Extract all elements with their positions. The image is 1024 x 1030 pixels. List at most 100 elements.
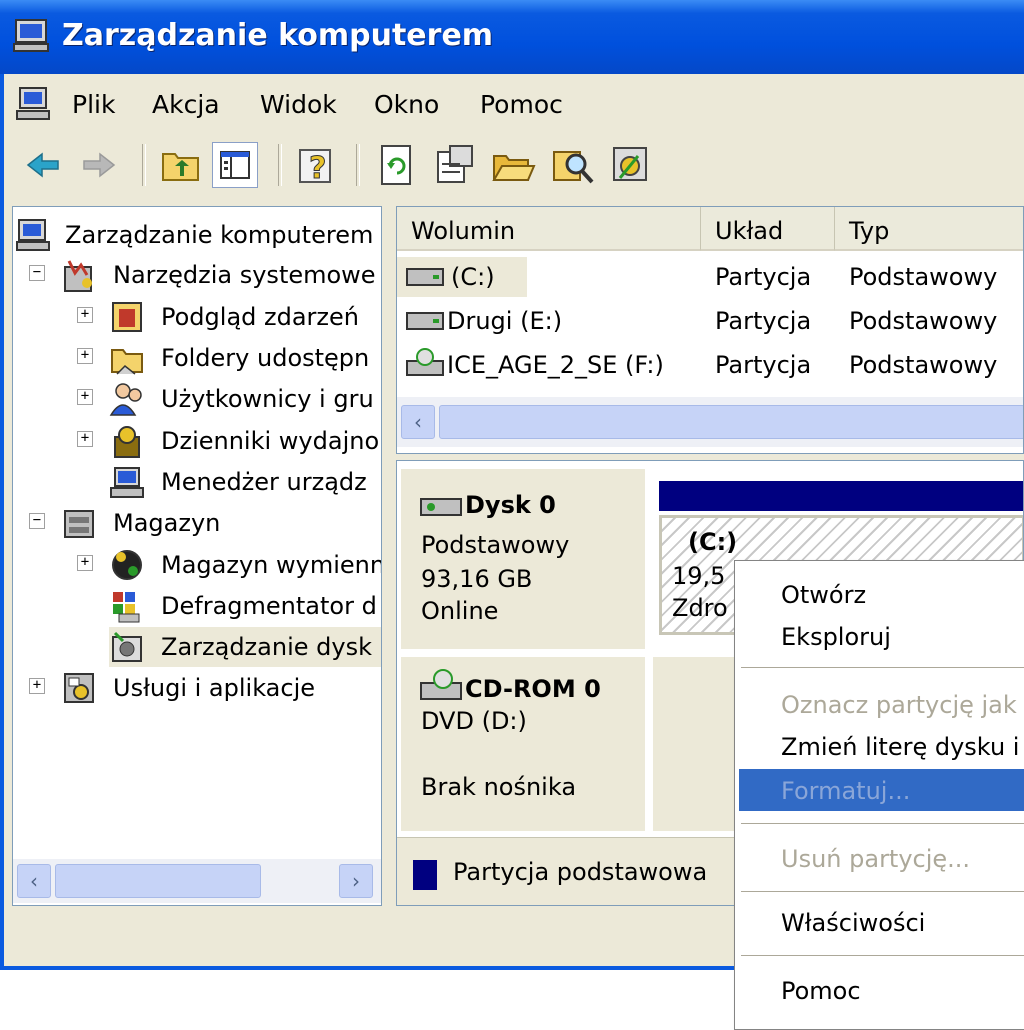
title-bar[interactable]: Zarządzanie komputerem [0, 0, 1024, 74]
show-tree-button[interactable] [212, 142, 258, 188]
open-folder-icon[interactable] [490, 142, 536, 188]
system-menu-icon[interactable] [14, 84, 54, 124]
scroll-left-button[interactable]: ‹ [17, 864, 51, 898]
tree-label: Magazyn [113, 509, 221, 537]
menu-item-explore[interactable]: Eksploruj [739, 615, 1024, 657]
partition-status: Zdro [672, 594, 728, 622]
menu-item-open[interactable]: Otwórz [739, 573, 1024, 615]
menu-item-help[interactable]: Pomoc [739, 969, 1024, 1011]
disk-icon [420, 498, 462, 516]
properties-icon[interactable] [432, 142, 478, 188]
scroll-right-button[interactable]: › [339, 864, 373, 898]
volume-name[interactable]: Drugi (E:) [447, 307, 562, 335]
disk-settings-icon[interactable] [608, 142, 654, 188]
tree-label: Dzienniki wydajno [161, 427, 380, 455]
collapse-button[interactable]: − [29, 265, 45, 281]
volume-type: Podstawowy [849, 263, 998, 291]
event-viewer-icon [112, 302, 142, 332]
collapse-button[interactable]: − [29, 513, 45, 529]
partition-color-bar [659, 481, 1023, 511]
legend-label: Partycja podstawowa [453, 858, 708, 886]
menu-separator [741, 955, 1024, 956]
removable-storage-icon [112, 550, 142, 580]
defragmenter-icon [113, 592, 140, 623]
disk-management-icon [112, 631, 142, 662]
menu-help[interactable]: Pomoc [480, 90, 563, 119]
users-icon [109, 383, 142, 416]
disk-0-info[interactable]: Dysk 0 Podstawowy 93,16 GB Online [401, 469, 645, 649]
expand-button[interactable]: + [77, 431, 93, 447]
disk-size: 93,16 GB [421, 565, 533, 593]
volume-type: Podstawowy [849, 307, 998, 335]
menu-view[interactable]: Widok [260, 90, 337, 119]
volume-list: Wolumin Układ Typ (C:) Partycja Podstawo… [396, 206, 1024, 454]
device-manager-icon [110, 467, 144, 498]
tree-label: Menedżer urządz [161, 468, 367, 496]
partition-size: 19,5 [672, 562, 726, 590]
menu-item-mark-active[interactable]: Oznacz partycję jak [739, 683, 1024, 725]
menu-item-format[interactable]: Formatuj... [739, 769, 1024, 811]
shared-folder-icon [111, 349, 143, 375]
disk-name: CD-ROM 0 [465, 675, 601, 703]
forward-arrow-icon[interactable] [76, 142, 122, 188]
cd-drive-icon [420, 669, 462, 700]
scrollbar-thumb[interactable] [55, 864, 261, 898]
menu-item-properties[interactable]: Właściwości [739, 901, 1024, 943]
volume-type: Podstawowy [849, 351, 998, 379]
expand-button[interactable]: + [77, 389, 93, 405]
system-tools-icon [64, 260, 92, 292]
disk-status: Brak nośnika [421, 773, 577, 801]
menu-bar: Plik Akcja Widok Okno Pomoc [12, 80, 1022, 134]
tree-label: Magazyn wymienn [161, 551, 382, 579]
menu-window[interactable]: Okno [374, 90, 439, 119]
menu-separator [741, 891, 1024, 892]
tree-horizontal-scrollbar[interactable]: ‹ › [13, 859, 381, 903]
services-icon [64, 673, 94, 703]
tree-label: Narzędzia systemowe [113, 261, 376, 289]
partition-label: (C:) [688, 528, 738, 556]
tree-label: Zarządzanie komputerem [65, 221, 374, 249]
legend-swatch [413, 860, 437, 890]
column-header-layout[interactable]: Układ [701, 207, 835, 251]
expand-button[interactable]: + [77, 307, 93, 323]
scroll-left-button[interactable]: ‹ [401, 405, 435, 439]
list-horizontal-scrollbar[interactable]: ‹ [397, 397, 1023, 447]
menu-action[interactable]: Akcja [152, 90, 220, 119]
column-header-volume[interactable]: Wolumin [397, 207, 701, 251]
back-arrow-icon[interactable] [20, 142, 66, 188]
drive-icon [406, 268, 444, 286]
tree-label: Defragmentator d [161, 592, 377, 620]
search-icon[interactable] [550, 142, 596, 188]
menu-item-delete[interactable]: Usuń partycję... [739, 837, 1024, 879]
expand-button[interactable]: + [29, 678, 45, 694]
refresh-icon[interactable] [374, 142, 420, 188]
cd-drive-icon [406, 348, 444, 376]
menu-separator [741, 823, 1024, 824]
tree-label: Foldery udostępn [161, 344, 370, 372]
menu-file[interactable]: Plik [72, 90, 115, 119]
disk-kind: Podstawowy [421, 531, 570, 559]
show-tree-icon [220, 151, 250, 179]
performance-logs-icon [114, 426, 140, 458]
volume-name[interactable]: ICE_AGE_2_SE (F:) [447, 351, 664, 379]
tree-item-disk-management[interactable]: Zarządzanie dysk [109, 627, 381, 667]
computer-management-icon [16, 219, 50, 251]
console-tree: Zarządzanie komputerem − Narzędzia syste… [12, 206, 382, 906]
volume-layout: Partycja [715, 307, 812, 335]
help-icon[interactable]: ? [294, 142, 340, 188]
volume-name[interactable]: (C:) [451, 263, 495, 291]
cdrom-0-info[interactable]: CD-ROM 0 DVD (D:) Brak nośnika [401, 657, 645, 831]
context-menu: Otwórz Eksploruj Oznacz partycję jak Zmi… [734, 560, 1024, 1030]
tree-label: Usługi i aplikacje [113, 674, 316, 702]
expand-button[interactable]: + [77, 555, 93, 571]
scrollbar-thumb[interactable] [439, 405, 1023, 439]
tree-label: Użytkownicy i gru [161, 385, 374, 413]
toolbar: ? [12, 136, 1022, 196]
menu-separator [741, 667, 1024, 668]
tree-label: Podgląd zdarzeń [161, 303, 359, 331]
menu-item-change-letter[interactable]: Zmień literę dysku i [739, 725, 1024, 767]
expand-button[interactable]: + [77, 348, 93, 364]
up-folder-icon[interactable] [158, 142, 204, 188]
volume-layout: Partycja [715, 351, 812, 379]
column-header-type[interactable]: Typ [835, 207, 1023, 251]
